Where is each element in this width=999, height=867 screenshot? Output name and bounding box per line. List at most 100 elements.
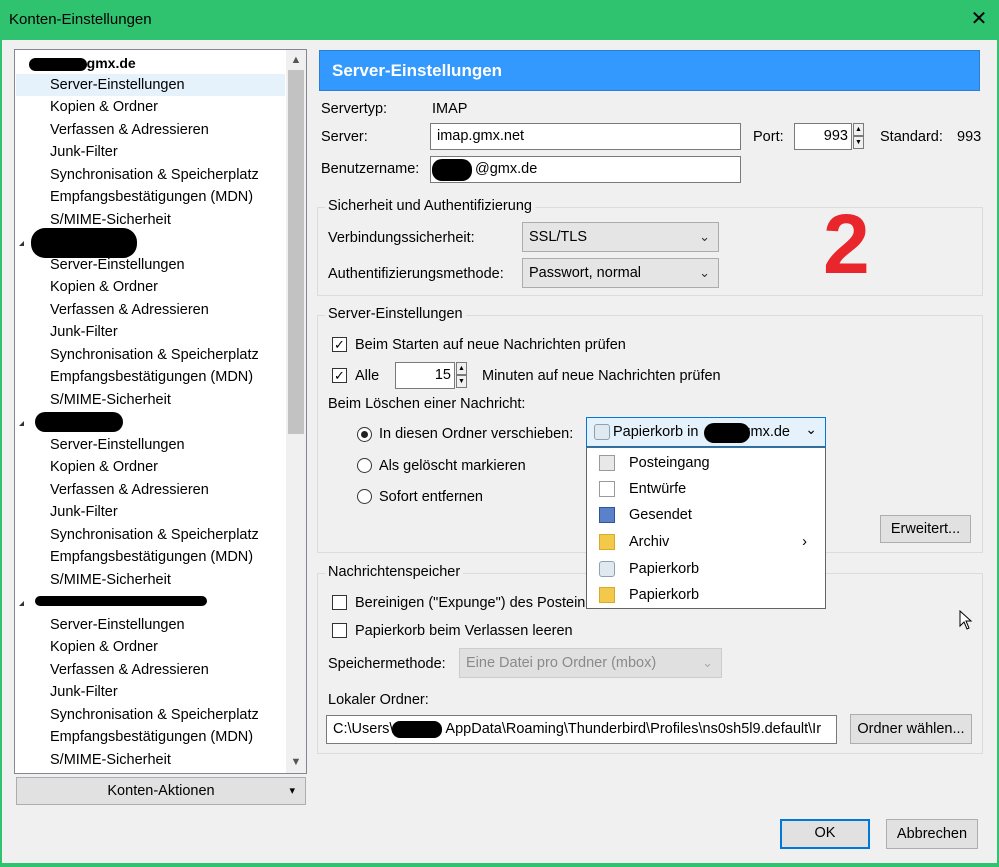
- ok-button[interactable]: OK: [780, 819, 870, 849]
- storage-method-select: Eine Datei pro Ordner (mbox) ⌄: [459, 648, 722, 678]
- tree-item-composition[interactable]: Verfassen & Adressieren: [50, 119, 209, 141]
- dropdown-item-label: Papierkorb: [629, 561, 700, 577]
- advanced-button[interactable]: Erweitert...: [880, 515, 971, 543]
- move-to-folder-radio[interactable]: [357, 427, 372, 442]
- tree-item-copies-folders[interactable]: Kopien & Ordner: [50, 96, 158, 118]
- redaction-mark: [392, 721, 442, 738]
- dropdown-item-label: Gesendet: [629, 507, 692, 523]
- panel-header: Server-Einstellungen: [319, 50, 980, 91]
- tree-item-sync[interactable]: Synchronisation & Speicherplatz: [50, 524, 259, 546]
- tree-item-junk[interactable]: Junk-Filter: [50, 141, 118, 163]
- connection-security-select[interactable]: SSL/TLS ⌄: [522, 222, 719, 252]
- expand-triangle-icon[interactable]: [19, 601, 24, 606]
- tree-item-sync[interactable]: Synchronisation & Speicherplatz: [50, 704, 259, 726]
- expand-triangle-icon[interactable]: [19, 241, 24, 246]
- window-title: Konten-Einstellungen: [9, 11, 152, 28]
- tree-item-server-settings[interactable]: Server-Einstellungen: [16, 74, 285, 96]
- tree-item-junk[interactable]: Junk-Filter: [50, 321, 118, 343]
- dropdown-item-label: Entwürfe: [629, 481, 687, 497]
- remove-now-radio[interactable]: [357, 489, 372, 504]
- port-label: Port:: [753, 129, 784, 145]
- tree-item-copies-folders[interactable]: Kopien & Ordner: [50, 276, 158, 298]
- submenu-arrow-icon: ›: [802, 534, 807, 550]
- tree-item-server-settings[interactable]: Server-Einstellungen: [50, 254, 185, 276]
- storage-method-label: Speichermethode:: [328, 656, 446, 672]
- tree-scrollbar[interactable]: ▲ ▼: [286, 50, 306, 773]
- redaction-mark: [35, 412, 123, 432]
- tree-item-composition[interactable]: Verfassen & Adressieren: [50, 479, 209, 501]
- tree-item-copies-folders[interactable]: Kopien & Ordner: [50, 456, 158, 478]
- interval-stepper[interactable]: ▲ ▼: [456, 362, 467, 389]
- server-settings-legend: Server-Einstellungen: [325, 306, 466, 322]
- tree-item-junk[interactable]: Junk-Filter: [50, 681, 118, 703]
- account-actions-button[interactable]: Konten-Aktionen ▾: [16, 777, 306, 805]
- auth-method-select[interactable]: Passwort, normal ⌄: [522, 258, 719, 288]
- account-tree[interactable]: @gmx.de Server-Einstellungen Kopien & Or…: [14, 49, 307, 774]
- expunge-checkbox[interactable]: [332, 595, 347, 610]
- chevron-down-icon: ⌄: [805, 421, 817, 437]
- tree-item-server-settings[interactable]: Server-Einstellungen: [50, 614, 185, 636]
- dropdown-item-inbox[interactable]: Posteingang: [587, 450, 825, 476]
- port-input[interactable]: 993: [794, 123, 852, 150]
- annotation-number: 2: [823, 197, 870, 291]
- chevron-down-icon: ⌄: [699, 229, 710, 244]
- empty-trash-checkbox[interactable]: [332, 623, 347, 638]
- folder-dropdown-list[interactable]: Posteingang Entwürfe Gesendet Archiv › P…: [586, 447, 826, 609]
- dropdown-item-drafts[interactable]: Entwürfe: [587, 476, 825, 502]
- tree-item-smime[interactable]: S/MIME-Sicherheit: [50, 749, 171, 771]
- spin-down-icon[interactable]: ▼: [456, 375, 467, 388]
- tree-item-server-settings[interactable]: Server-Einstellungen: [50, 434, 185, 456]
- expand-triangle-icon[interactable]: [19, 421, 24, 426]
- servertype-label: Servertyp:: [321, 101, 388, 117]
- account-header[interactable]: [19, 412, 30, 434]
- check-on-start-checkbox[interactable]: ✓: [332, 337, 347, 352]
- trash-icon: [599, 561, 615, 577]
- port-stepper[interactable]: ▲ ▼: [853, 123, 864, 150]
- dropdown-item-sent[interactable]: Gesendet: [587, 502, 825, 528]
- chevron-down-icon: ⌄: [702, 655, 713, 670]
- tree-item-mdn[interactable]: Empfangsbestätigungen (MDN): [50, 726, 253, 748]
- inbox-icon: [599, 455, 615, 471]
- tree-item-smime[interactable]: S/MIME-Sicherheit: [50, 569, 171, 591]
- dropdown-item-trash[interactable]: Papierkorb: [587, 556, 825, 582]
- on-delete-label: Beim Löschen einer Nachricht:: [328, 396, 526, 412]
- scroll-down-icon[interactable]: ▼: [286, 753, 306, 771]
- scroll-up-icon[interactable]: ▲: [286, 51, 306, 69]
- server-input[interactable]: imap.gmx.net: [430, 123, 741, 150]
- check-every-label: Alle: [355, 368, 380, 384]
- mark-deleted-radio[interactable]: [357, 458, 372, 473]
- scrollbar-thumb[interactable]: [288, 70, 304, 434]
- username-input[interactable]: @gmx.de: [430, 156, 741, 183]
- tree-item-composition[interactable]: Verfassen & Adressieren: [50, 299, 209, 321]
- path-suffix: AppData\Roaming\Thunderbird\Profiles\ns0…: [445, 721, 822, 737]
- tree-item-mdn[interactable]: Empfangsbestätigungen (MDN): [50, 366, 253, 388]
- spin-up-icon[interactable]: ▲: [853, 123, 864, 136]
- storage-legend: Nachrichtenspeicher: [325, 564, 464, 580]
- dropdown-item-archive[interactable]: Archiv ›: [587, 529, 825, 555]
- security-group-legend: Sicherheit und Authentifizierung: [325, 198, 535, 214]
- path-prefix: C:\Users\: [333, 721, 394, 737]
- tree-item-sync[interactable]: Synchronisation & Speicherplatz: [50, 164, 259, 186]
- tree-item-composition[interactable]: Verfassen & Adressieren: [50, 659, 209, 681]
- tree-item-smime[interactable]: S/MIME-Sicherheit: [50, 389, 171, 411]
- account-header[interactable]: @gmx.de: [73, 52, 136, 74]
- choose-folder-button[interactable]: Ordner wählen...: [850, 714, 972, 744]
- spin-down-icon[interactable]: ▼: [853, 136, 864, 149]
- account-header[interactable]: [19, 232, 30, 254]
- interval-input[interactable]: 15: [395, 362, 455, 389]
- spin-up-icon[interactable]: ▲: [456, 362, 467, 375]
- tree-item-copies-folders[interactable]: Kopien & Ordner: [50, 636, 158, 658]
- storage-method-value: Eine Datei pro Ordner (mbox): [466, 655, 657, 671]
- servertype-value: IMAP: [432, 101, 468, 117]
- close-icon[interactable]: ✕: [968, 8, 990, 30]
- tree-item-mdn[interactable]: Empfangsbestätigungen (MDN): [50, 546, 253, 568]
- tree-item-junk[interactable]: Junk-Filter: [50, 501, 118, 523]
- check-every-checkbox[interactable]: ✓: [332, 368, 347, 383]
- tree-item-sync[interactable]: Synchronisation & Speicherplatz: [50, 344, 259, 366]
- dropdown-item-trash-folder[interactable]: Papierkorb: [587, 582, 825, 608]
- mouse-cursor-icon: [959, 610, 973, 630]
- tree-item-mdn[interactable]: Empfangsbestätigungen (MDN): [50, 186, 253, 208]
- account-actions-label: Konten-Aktionen: [107, 783, 215, 799]
- account-header[interactable]: [19, 592, 30, 614]
- cancel-button[interactable]: Abbrechen: [886, 819, 978, 849]
